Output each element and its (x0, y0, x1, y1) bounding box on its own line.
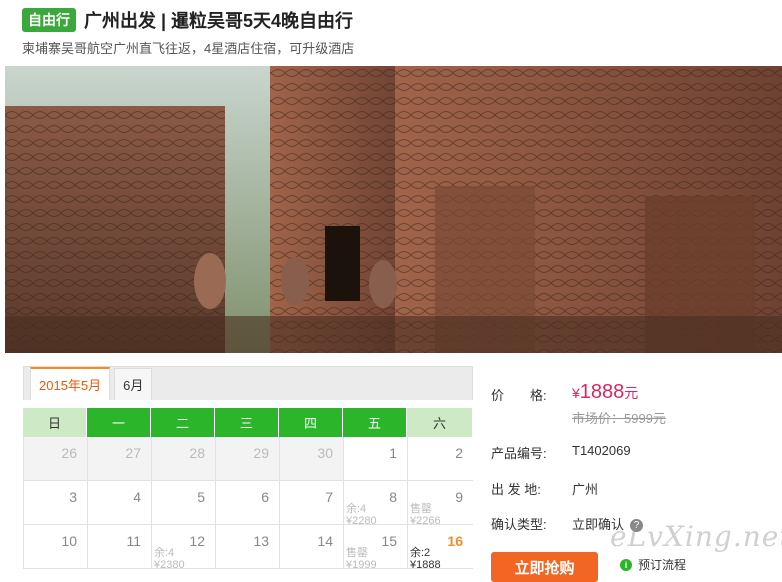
calendar-day[interactable]: 1 (343, 437, 407, 480)
day-number: 15 (381, 533, 397, 549)
calendar-day[interactable]: 15 售罄 ¥1999 (343, 525, 407, 571)
calendar-day[interactable]: 5 (151, 481, 215, 524)
day-stock: 售罄 (346, 547, 368, 559)
day-number: 2 (455, 445, 463, 461)
day-stock: 售罄 (410, 503, 432, 515)
info-icon: i (620, 558, 632, 571)
page-subtitle: 柬埔寨吴哥航空广州直飞往返，4星酒店住宿，可升级酒店 (22, 41, 355, 56)
day-number: 12 (189, 533, 205, 549)
booking-flow-link[interactable]: i 预订流程 (620, 556, 686, 573)
month-tabs: 2015年5月 6月 (23, 366, 473, 400)
code-label: 产品编号: (491, 446, 547, 461)
day-availability: 余:4 ¥2280 (346, 503, 377, 527)
calendar-day: 29 (215, 437, 279, 480)
calendar-day: 30 (279, 437, 343, 480)
day-availability: 售罄 ¥2266 (410, 503, 441, 527)
confirm-label: 确认类型: (491, 517, 547, 532)
calendar-day: 27 (87, 437, 151, 480)
day-number: 3 (69, 489, 77, 505)
calendar-day: 28 (151, 437, 215, 480)
day-number: 4 (133, 489, 141, 505)
day-stock: 余:2 (410, 547, 431, 559)
angkor-temple-photo (5, 66, 782, 353)
code-value: T1402069 (572, 443, 631, 458)
day-number: 14 (317, 533, 333, 549)
day-number: 11 (126, 533, 141, 549)
calendar-week: 10 11 12 余:4 ¥2380 13 14 15 售罄 ¥1999 16 余:2 ¥1888 (23, 525, 473, 571)
calendar-day[interactable]: 9 售罄 ¥2266 (407, 481, 473, 527)
title-row: 自由行 广州出发 | 暹粒吴哥5天4晚自由行 (22, 7, 353, 33)
day-number: 29 (253, 445, 269, 461)
price-label: 价 格: (491, 388, 547, 403)
market-price: 市场价：5999元 (572, 411, 666, 426)
day-stock: 余:4 (346, 503, 367, 515)
booking-flow-label: 预订流程 (638, 558, 687, 572)
calendar-day[interactable]: 13 (215, 525, 279, 568)
weekday-sun: 日 (23, 408, 87, 437)
day-number: 8 (389, 489, 397, 505)
site-watermark: eLvXing.net (610, 520, 782, 553)
day-number: 5 (197, 489, 205, 505)
calendar-day[interactable]: 4 (87, 481, 151, 524)
day-number: 28 (189, 445, 205, 461)
calendar-day[interactable]: 16 余:2 ¥1888 (407, 525, 473, 571)
calendar-day[interactable]: 14 (279, 525, 343, 568)
origin-value: 广州 (572, 482, 599, 497)
weekday-tue: 二 (151, 408, 215, 437)
day-availability: 余:4 ¥2380 (154, 547, 185, 571)
day-availability: 售罄 ¥1999 (346, 547, 377, 571)
weekday-wed: 三 (215, 408, 279, 437)
calendar-day[interactable]: 10 (23, 525, 87, 568)
calendar-day[interactable]: 6 (215, 481, 279, 524)
calendar-day[interactable]: 2 (407, 437, 473, 480)
page-title: 广州出发 | 暹粒吴哥5天4晚自由行 (84, 11, 354, 31)
buy-now-button[interactable]: 立即抢购 (491, 552, 598, 582)
weekday-fri: 五 (343, 408, 407, 437)
calendar-day[interactable]: 3 (23, 481, 87, 524)
day-number: 10 (61, 533, 77, 549)
price-unit: 元 (624, 385, 639, 401)
day-number: 26 (61, 445, 77, 461)
calendar-weeks: 26 27 28 29 30 1 2 3 4 5 6 7 8 余:4 ¥2280 9 售罄 ¥2266 10 11 12… (23, 437, 473, 571)
weekday-thu: 四 (279, 408, 343, 437)
day-price: ¥2380 (154, 559, 185, 571)
day-price: ¥1999 (346, 559, 377, 571)
day-price: ¥1888 (410, 559, 441, 571)
day-number: 1 (389, 445, 397, 461)
tab-june[interactable]: 6月 (114, 368, 153, 400)
day-number: 27 (125, 445, 141, 461)
origin-label: 出 发 地: (491, 482, 541, 497)
day-number: 6 (261, 489, 269, 505)
day-number: 30 (317, 445, 333, 461)
weekday-mon: 一 (87, 408, 151, 437)
weekday-header: 日 一 二 三 四 五 六 (23, 408, 473, 437)
calendar-day[interactable]: 12 余:4 ¥2380 (151, 525, 215, 571)
calendar-grid: 日 一 二 三 四 五 六 26 27 28 29 30 1 2 3 4 5 6 7 8 余:4 ¥2280… (23, 408, 473, 571)
weekday-sat: 六 (407, 408, 473, 437)
day-number: 9 (455, 489, 463, 505)
day-availability: 余:2 ¥1888 (410, 547, 441, 571)
calendar-day[interactable]: 11 (87, 525, 151, 568)
price-symbol: ¥ (572, 385, 580, 401)
day-number: 7 (325, 489, 333, 505)
calendar-week: 26 27 28 29 30 1 2 (23, 437, 473, 481)
day-number: 16 (447, 533, 463, 549)
tab-may[interactable]: 2015年5月 (30, 367, 111, 400)
calendar-day: 26 (23, 437, 87, 480)
day-number: 13 (253, 533, 269, 549)
departure-calendar: 2015年5月 6月 日 一 二 三 四 五 六 26 27 28 29 30 1 2 3 4 5… (23, 366, 473, 575)
calendar-day[interactable]: 7 (279, 481, 343, 524)
price-value: 1888 (579, 381, 625, 403)
category-badge: 自由行 (22, 8, 76, 32)
hero-image (5, 66, 782, 353)
calendar-day[interactable]: 8 余:4 ¥2280 (343, 481, 407, 527)
day-stock: 余:4 (154, 547, 175, 559)
calendar-week: 3 4 5 6 7 8 余:4 ¥2280 9 售罄 ¥2266 (23, 481, 473, 527)
